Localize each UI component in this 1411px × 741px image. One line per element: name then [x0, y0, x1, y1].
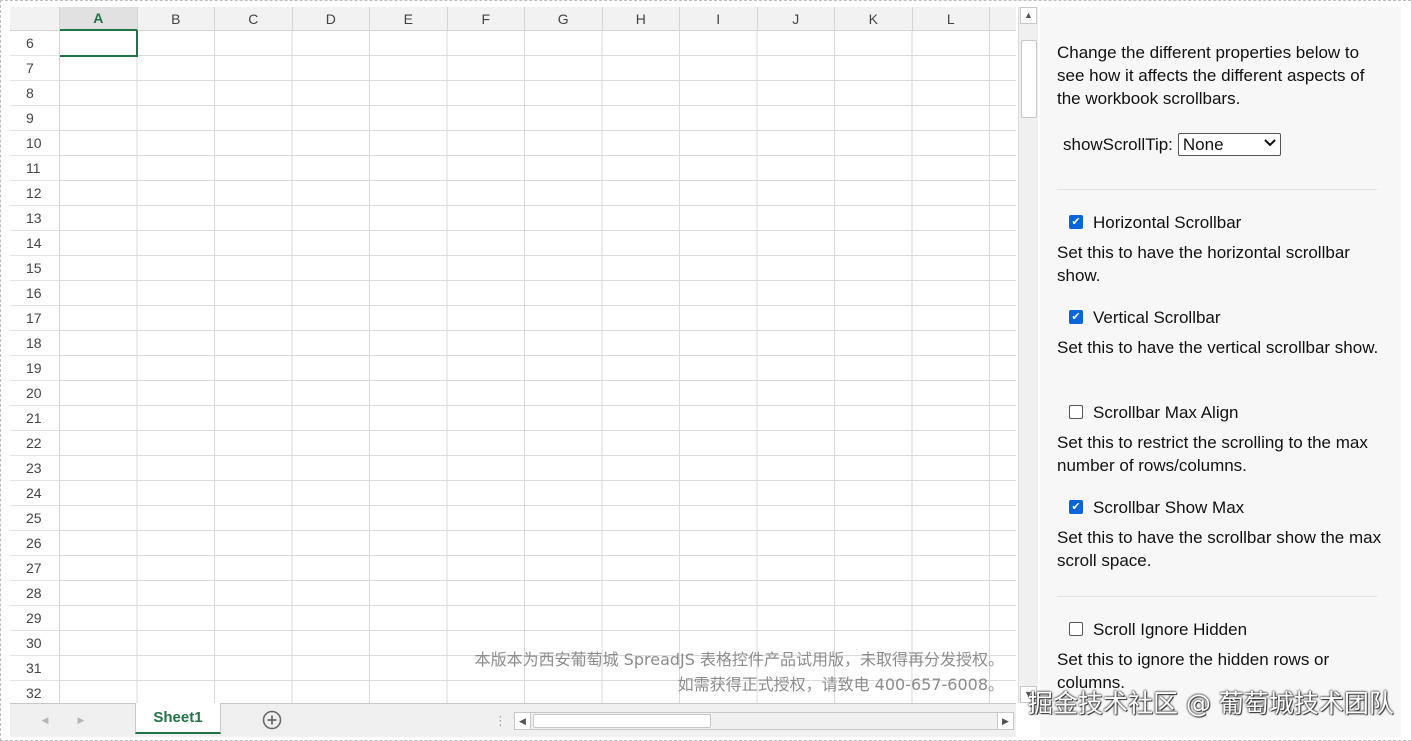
vertical-scrollbar-label[interactable]: Vertical Scrollbar — [1093, 306, 1221, 329]
cell-grid[interactable] — [60, 31, 1016, 703]
row-header[interactable]: 20 — [10, 381, 60, 406]
option-scrollbar-show-max: ✔ Scrollbar Show Max Set this to have th… — [1057, 495, 1387, 572]
panel-divider — [1057, 189, 1377, 190]
horizontal-scrollbar[interactable]: ◀ ▶ — [514, 712, 1014, 730]
horizontal-scrollbar-checkbox[interactable]: ✔ — [1069, 215, 1083, 229]
option-scrollbar-max-align: Scrollbar Max Align Set this to restrict… — [1057, 400, 1387, 477]
column-header[interactable]: L — [912, 7, 990, 31]
scroll-up-arrow-icon[interactable]: ▲ — [1020, 7, 1037, 24]
row-header[interactable]: 27 — [10, 556, 60, 581]
scrollbar-max-align-desc: Set this to restrict the scrolling to th… — [1057, 433, 1368, 475]
column-headers: ABCDEFGHIJKLM — [60, 7, 1016, 31]
row-header[interactable]: 26 — [10, 531, 60, 556]
watermark-line-1: 本版本为西安葡萄城 SpreadJS 表格控件产品试用版，未取得再分发授权。 — [474, 650, 1004, 669]
row-header[interactable]: 14 — [10, 231, 60, 256]
row-header[interactable]: 12 — [10, 181, 60, 206]
column-header[interactable]: A — [60, 7, 138, 31]
row-header[interactable]: 9 — [10, 106, 60, 131]
column-header[interactable]: I — [680, 7, 758, 31]
scroll-left-arrow-icon[interactable]: ◀ — [515, 713, 531, 729]
row-header[interactable]: 21 — [10, 406, 60, 431]
row-header[interactable]: 13 — [10, 206, 60, 231]
scroll-ignore-hidden-label[interactable]: Scroll Ignore Hidden — [1093, 618, 1247, 641]
triangle-right-icon[interactable]: ▶ — [74, 713, 88, 727]
show-scroll-tip-select[interactable]: None — [1177, 133, 1281, 156]
column-header[interactable]: H — [602, 7, 680, 31]
show-scroll-tip-value: None — [1182, 135, 1224, 154]
column-header[interactable]: F — [447, 7, 525, 31]
vertical-scrollbar[interactable]: ▲ ▼ — [1018, 7, 1038, 703]
row-header[interactable]: 28 — [10, 581, 60, 606]
column-header[interactable]: G — [525, 7, 603, 31]
option-vertical-scrollbar: ✔ Vertical Scrollbar Set this to have th… — [1057, 305, 1387, 359]
horizontal-scrollbar-label[interactable]: Horizontal Scrollbar — [1093, 211, 1241, 234]
column-header[interactable]: B — [137, 7, 215, 31]
vertical-scrollbar-desc: Set this to have the vertical scrollbar … — [1057, 338, 1379, 357]
show-scroll-tip-label: showScrollTip: — [1063, 135, 1173, 154]
column-header[interactable]: D — [292, 7, 370, 31]
panel-divider — [1057, 596, 1377, 597]
row-header[interactable]: 8 — [10, 81, 60, 106]
row-header[interactable]: 25 — [10, 506, 60, 531]
sheet-tab-sheet1[interactable]: Sheet1 — [135, 703, 221, 734]
option-scroll-ignore-hidden: Scroll Ignore Hidden Set this to ignore … — [1057, 617, 1387, 694]
column-header[interactable]: M — [990, 7, 1016, 31]
horizontal-scrollbar-desc: Set this to have the horizontal scrollba… — [1057, 243, 1350, 285]
row-headers: 6 7 8 9 10 11 12 13 14 15 16 17 18 19 20 21 22 23 24 25 26 27… — [10, 31, 60, 703]
select-all-corner[interactable] — [10, 7, 60, 31]
row-header[interactable]: 7 — [10, 56, 60, 81]
column-header[interactable]: J — [757, 7, 835, 31]
scrollbar-show-max-label[interactable]: Scrollbar Show Max — [1093, 496, 1244, 519]
row-header[interactable]: 19 — [10, 356, 60, 381]
column-header[interactable]: K — [835, 7, 913, 31]
row-header[interactable]: 11 — [10, 156, 60, 181]
row-header[interactable]: 29 — [10, 606, 60, 631]
watermark-line-2: 如需获得正式授权，请致电 400-657-6008。 — [677, 675, 1004, 694]
row-header[interactable]: 23 — [10, 456, 60, 481]
spreadsheet[interactable]: ABCDEFGHIJKLM 67891011121314151617181920… — [10, 7, 1016, 703]
scrollbar-max-align-checkbox[interactable] — [1069, 405, 1083, 419]
horizontal-scroll-thumb[interactable] — [533, 714, 711, 728]
scrollbar-show-max-checkbox[interactable]: ✔ — [1069, 500, 1083, 514]
scroll-ignore-hidden-checkbox[interactable] — [1069, 622, 1083, 636]
row-header[interactable]: 16 — [10, 281, 60, 306]
plus-circle-icon[interactable] — [262, 710, 282, 730]
row-header[interactable]: 17 — [10, 306, 60, 331]
row-header[interactable]: 6 — [10, 31, 60, 56]
row-header[interactable]: 30 — [10, 631, 60, 656]
row-header[interactable]: 22 — [10, 431, 60, 456]
column-header[interactable]: E — [370, 7, 448, 31]
options-panel: Change the different properties below to… — [1040, 7, 1401, 737]
row-header[interactable]: 18 — [10, 331, 60, 356]
row-header[interactable]: 32 — [10, 681, 60, 703]
trial-watermark: 本版本为西安葡萄城 SpreadJS 表格控件产品试用版，未取得再分发授权。 如… — [475, 647, 1004, 697]
site-watermark: 掘金技术社区 @ 葡萄城技术团队 — [1028, 689, 1394, 718]
scrollbar-show-max-desc: Set this to have the scrollbar show the … — [1057, 528, 1382, 570]
row-header[interactable]: 10 — [10, 131, 60, 156]
vertical-scroll-thumb[interactable] — [1021, 40, 1037, 118]
scrollbar-max-align-label[interactable]: Scrollbar Max Align — [1093, 401, 1239, 424]
sheet-tab-strip: ◀ ▶ Sheet1 ⋮ ◀ ▶ — [10, 703, 1016, 737]
chevron-down-icon — [1264, 133, 1276, 156]
scroll-right-arrow-icon[interactable]: ▶ — [997, 713, 1013, 729]
row-header[interactable]: 15 — [10, 256, 60, 281]
option-horizontal-scrollbar: ✔ Horizontal Scrollbar Set this to have … — [1057, 210, 1387, 287]
panel-intro: Change the different properties below to… — [1057, 43, 1365, 108]
column-header[interactable]: C — [215, 7, 293, 31]
tab-splitter-handle[interactable]: ⋮ — [494, 713, 507, 729]
row-header[interactable]: 24 — [10, 481, 60, 506]
vertical-scrollbar-checkbox[interactable]: ✔ — [1069, 310, 1083, 324]
triangle-left-icon[interactable]: ◀ — [38, 713, 52, 727]
show-scroll-tip-row: showScrollTip: None — [1063, 133, 1281, 156]
row-header[interactable]: 31 — [10, 656, 60, 681]
